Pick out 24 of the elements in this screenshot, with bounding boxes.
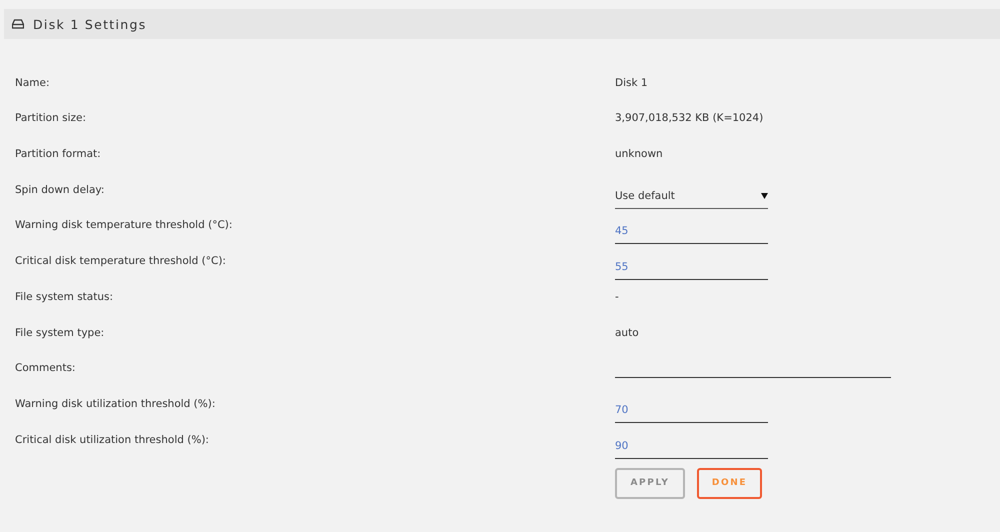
field-label: Name: (15, 76, 51, 91)
input-field[interactable]: 55 (615, 261, 768, 280)
field-label: Partition size: (15, 112, 87, 126)
done-button[interactable]: DONE (697, 468, 762, 499)
input-field[interactable]: 45 (615, 225, 768, 244)
field-value: 3,907,018,532 KB (K=1024) (615, 112, 764, 126)
field-label: File system status: (15, 290, 114, 305)
input-field[interactable]: 70 (615, 404, 768, 423)
field-label: File system type: (15, 326, 106, 340)
field-label: Critical disk utilization threshold (%): (15, 434, 210, 448)
field-label: Comments: (15, 362, 76, 376)
field-label: Spin down delay: (15, 184, 106, 198)
field-value: Disk 1 (615, 76, 648, 91)
field-value: - (615, 290, 619, 305)
input-field[interactable]: 90 (615, 440, 768, 459)
field-label: Partition format: (15, 148, 102, 162)
field-value: unknown (615, 148, 663, 162)
dropdown-caret-icon (761, 192, 768, 199)
field-label: Warning disk temperature threshold (°C): (15, 219, 234, 234)
field-value: auto (615, 326, 639, 340)
select-field[interactable]: Use default (615, 190, 768, 209)
panel-title: Disk 1 Settings (33, 16, 147, 32)
field-label: Warning disk utilization threshold (%): (15, 398, 216, 412)
field-label: Critical disk temperature threshold (°C): (15, 255, 227, 270)
